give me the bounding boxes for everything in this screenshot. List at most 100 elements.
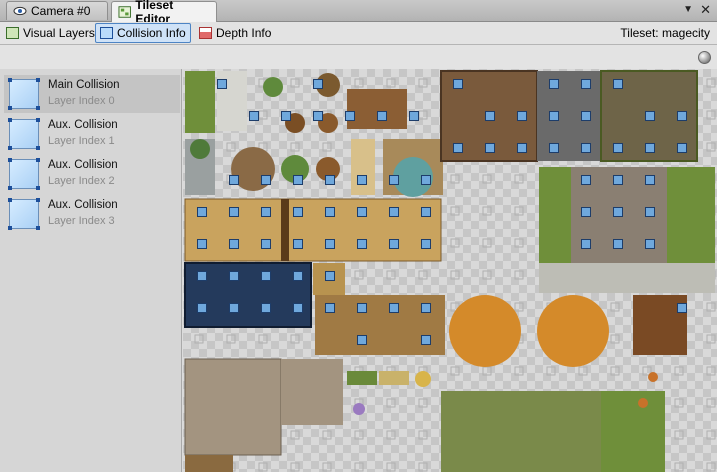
collision-info-button[interactable]: Collision Info (95, 23, 191, 43)
tileset-canvas[interactable] (183, 69, 717, 472)
empty-cell-marker (674, 462, 684, 472)
collision-marker (293, 271, 303, 281)
empty-cell-marker (258, 334, 268, 344)
close-icon[interactable]: ✕ (700, 2, 711, 18)
options-bar (0, 45, 717, 69)
empty-cell-marker (514, 174, 524, 184)
empty-cell-marker (226, 142, 236, 152)
wall-post-tile (281, 199, 289, 261)
collision-marker (389, 175, 399, 185)
empty-cell-marker (706, 78, 716, 88)
empty-cell-marker (386, 270, 396, 280)
layer-item-aux-collision-2[interactable]: Aux. Collision Layer Index 2 (4, 155, 180, 193)
empty-cell-marker (482, 238, 492, 248)
empty-cell-marker (482, 366, 492, 376)
empty-cell-marker (450, 238, 460, 248)
layer-item-aux-collision-3[interactable]: Aux. Collision Layer Index 3 (4, 195, 180, 233)
collision-marker (421, 239, 431, 249)
empty-cell-marker (322, 142, 332, 152)
settings-orb-icon[interactable] (698, 51, 711, 64)
collision-marker (293, 175, 303, 185)
collision-marker (645, 143, 655, 153)
empty-cell-marker (418, 110, 428, 120)
collision-marker (229, 271, 239, 281)
depth-info-label: Depth Info (216, 26, 272, 40)
layer-index: Layer Index 3 (48, 215, 115, 227)
layer-item-main-collision[interactable]: Main Collision Layer Index 0 (4, 75, 180, 113)
grass-tile (539, 167, 573, 263)
layer-item-aux-collision-1[interactable]: Aux. Collision Layer Index 1 (4, 115, 180, 153)
empty-cell-marker (514, 238, 524, 248)
eye-icon (13, 6, 27, 16)
cobblestone-tile (184, 358, 282, 456)
autumn-tree-tile (449, 295, 521, 367)
collision-marker (293, 207, 303, 217)
empty-cell-marker (290, 334, 300, 344)
empty-cell-marker (290, 462, 300, 472)
tab-tileset-editor[interactable]: Tileset Editor (111, 0, 217, 26)
collision-marker (325, 303, 335, 313)
depth-info-button[interactable]: Depth Info (195, 23, 275, 43)
grass-tile (185, 71, 215, 133)
empty-cell-marker (354, 462, 364, 472)
collision-marker (581, 239, 591, 249)
empty-cell-marker (418, 462, 428, 472)
plant-tile (263, 77, 283, 97)
empty-cell-marker (674, 398, 684, 408)
collision-marker (421, 207, 431, 217)
collision-layer-icon (8, 158, 39, 189)
grass-path-tile (441, 391, 601, 472)
collision-marker (517, 143, 527, 153)
collision-marker (613, 175, 623, 185)
empty-cell-marker (674, 366, 684, 376)
collision-marker (229, 239, 239, 249)
collision-marker (217, 79, 227, 89)
collision-marker (377, 111, 387, 121)
empty-cell-marker (514, 206, 524, 216)
collision-marker (197, 271, 207, 281)
collision-info-label: Collision Info (117, 26, 186, 40)
empty-cell-marker (706, 110, 716, 120)
pumpkin-tile (638, 398, 648, 408)
empty-cell-marker (706, 462, 716, 472)
collision-layer-icon (8, 118, 39, 149)
empty-cell-marker (386, 430, 396, 440)
empty-cell-marker (706, 142, 716, 152)
collision-marker (645, 111, 655, 121)
visual-layers-button[interactable]: Visual Layers (2, 23, 99, 43)
tileset-image[interactable] (183, 69, 717, 472)
collision-marker (421, 303, 431, 313)
collision-marker (229, 303, 239, 313)
empty-cell-marker (706, 430, 716, 440)
collision-marker (677, 303, 687, 313)
collision-marker (409, 111, 419, 121)
collision-marker (613, 239, 623, 249)
layer-name: Aux. Collision (48, 159, 118, 171)
tab-list-arrow-icon[interactable]: ▼ (683, 4, 693, 15)
layer-index: Layer Index 0 (48, 95, 115, 107)
tab-camera[interactable]: Camera #0 (6, 1, 108, 20)
collision-layer-icon (8, 198, 39, 229)
empty-cell-marker (258, 462, 268, 472)
collision-marker (389, 239, 399, 249)
empty-cell-marker (194, 334, 204, 344)
collision-marker (357, 335, 367, 345)
empty-cell-marker (482, 270, 492, 280)
layer-index: Layer Index 1 (48, 135, 115, 147)
empty-cell-marker (322, 462, 332, 472)
collision-marker (261, 207, 271, 217)
collision-marker (357, 207, 367, 217)
pumpkin-tile (648, 372, 658, 382)
collision-marker (229, 207, 239, 217)
lamp-tile (185, 455, 233, 472)
layer-name: Main Collision (48, 79, 120, 91)
empty-cell-marker (418, 78, 428, 88)
collision-marker (249, 111, 259, 121)
empty-cell-marker (546, 366, 556, 376)
collision-marker (345, 111, 355, 121)
tab-camera-label: Camera #0 (31, 4, 91, 18)
empty-cell-marker (706, 398, 716, 408)
rubble-tile (539, 263, 715, 293)
plant-tile (190, 139, 210, 159)
empty-cell-marker (514, 270, 524, 280)
